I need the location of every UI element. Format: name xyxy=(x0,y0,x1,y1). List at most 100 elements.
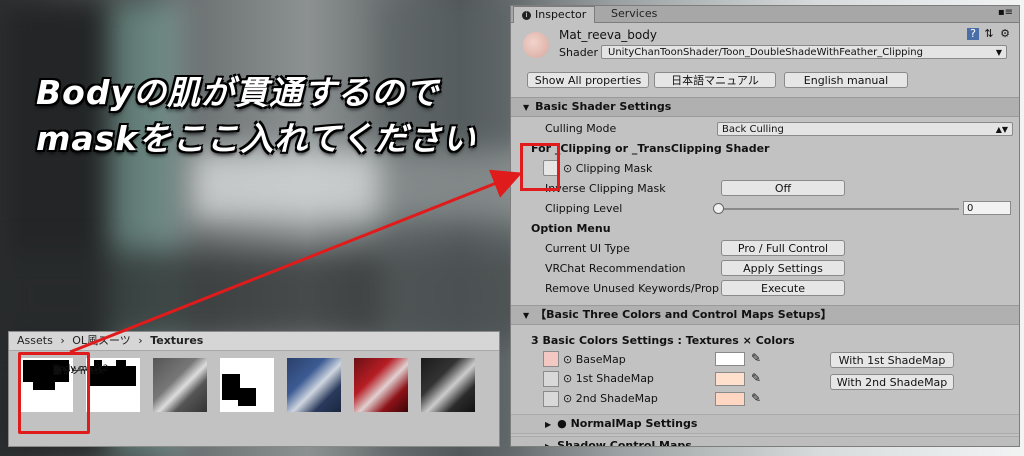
clipping-header: For _Clipping or _TransClipping Shader xyxy=(531,142,770,155)
culling-mode-dropdown[interactable]: Back Culling ▲▼ xyxy=(717,122,1013,136)
section-title: 【Basic Three Colors and Control Maps Set… xyxy=(535,308,832,321)
clipping-header-row: For _Clipping or _TransClipping Shader xyxy=(511,140,1019,158)
selection-highlight xyxy=(18,352,90,434)
shadow-control-maps-header[interactable]: ▶ Shadow Control Maps xyxy=(511,436,1019,447)
culling-mode-label: Culling Mode xyxy=(545,122,617,135)
clipping-level-input[interactable]: 0 xyxy=(963,201,1011,215)
triangle-down-icon: ▼ xyxy=(523,311,530,320)
chevron-down-icon: ▲▼ xyxy=(995,125,1008,134)
with-2nd-shademap-button[interactable]: With 2nd ShadeMap xyxy=(830,374,954,390)
chevron-down-icon: ▼ xyxy=(995,48,1002,57)
option-menu-row: Option Menu xyxy=(511,220,1019,238)
panel-menu-icon[interactable]: ▪≡ xyxy=(998,7,1013,18)
breadcrumb-separator: › xyxy=(138,334,143,347)
clipping-mask-label: ⊙ Clipping Mask xyxy=(563,162,653,175)
shader-label: Shader xyxy=(559,46,598,59)
shade1-row: ⊙ 1st ShadeMap ✎ With 2nd ShadeMap xyxy=(511,370,1019,390)
texture-asset[interactable]: グレー xyxy=(53,358,207,412)
show-all-properties-button[interactable]: Show All properties xyxy=(527,72,649,88)
breadcrumb-assets[interactable]: Assets xyxy=(17,334,53,347)
clipping-level-slider[interactable] xyxy=(719,208,959,210)
tab-inspector[interactable]: i Inspector xyxy=(513,6,596,23)
ui-type-label: Current UI Type xyxy=(545,242,630,255)
fabric-texture-icon xyxy=(287,358,341,412)
inverse-clipping-toggle[interactable]: Off xyxy=(721,180,845,196)
shade2-row: ⊙ 2nd ShadeMap ✎ xyxy=(511,390,1019,408)
remove-keywords-label: Remove Unused Keywords/Prop xyxy=(545,282,719,295)
basic-shader-settings-header[interactable]: ▼ Basic Shader Settings xyxy=(511,97,1019,117)
basemap-label: ⊙ BaseMap xyxy=(563,353,626,366)
gear-icon[interactable]: ⚙ xyxy=(999,28,1011,40)
culling-mode-row: Culling Mode Back Culling ▲▼ xyxy=(511,120,1019,138)
mask-texture-icon xyxy=(220,358,274,412)
vrchat-row: VRChat Recommendation Apply Settings xyxy=(511,260,1019,278)
shader-value: UnityChanToonShader/Toon_DoubleShadeWith… xyxy=(608,47,923,58)
fabric-texture-icon xyxy=(153,358,207,412)
clipping-mask-highlight xyxy=(520,143,560,191)
basemap-color[interactable] xyxy=(715,352,745,366)
slider-knob[interactable] xyxy=(713,203,724,214)
breadcrumb-separator: › xyxy=(60,334,65,347)
breadcrumb-textures[interactable]: Textures xyxy=(150,334,203,347)
instruction-caption: Bodyの肌が貫通するので maskをここ入れてください xyxy=(36,70,476,162)
with-1st-shademap-button[interactable]: With 1st ShadeMap xyxy=(830,352,954,368)
texture-asset[interactable]: 紺 xyxy=(53,358,341,412)
triangle-right-icon: ▶ xyxy=(545,420,552,429)
texture-asset[interactable]: 黒 xyxy=(53,358,475,412)
remove-keywords-row: Remove Unused Keywords/Prop Execute xyxy=(511,280,1019,298)
colors-subtitle-row: 3 Basic Colors Settings : Textures × Col… xyxy=(511,332,1019,350)
clipping-mask-row: ⊙ Clipping Mask xyxy=(511,160,1019,178)
vrchat-label: VRChat Recommendation xyxy=(545,262,686,275)
material-name: Mat_reeva_body xyxy=(559,28,657,42)
texture-asset[interactable]: 赤 xyxy=(53,358,408,412)
eyedropper-icon[interactable]: ✎ xyxy=(751,351,761,365)
info-icon: i xyxy=(522,10,531,20)
inverse-clipping-row: Inverse Clipping Mask Off xyxy=(511,180,1019,198)
texture-asset[interactable]: シャツmask xyxy=(53,358,274,412)
shade1-label: ⊙ 1st ShadeMap xyxy=(563,372,654,385)
clipping-level-row: Clipping Level 0 xyxy=(511,200,1019,218)
basemap-texture-slot[interactable] xyxy=(543,351,559,367)
caption-line-2: maskをここ入れてください xyxy=(36,119,477,158)
option-menu-title: Option Menu xyxy=(531,222,611,235)
section-title: Shadow Control Maps xyxy=(557,439,692,447)
basemap-row: ⊙ BaseMap ✎ With 1st ShadeMap xyxy=(511,351,1019,369)
fabric-texture-icon xyxy=(354,358,408,412)
triangle-down-icon: ▼ xyxy=(523,103,530,112)
help-icon[interactable]: ? xyxy=(967,28,979,40)
clipping-level-label: Clipping Level xyxy=(545,202,623,215)
shader-dropdown[interactable]: UnityChanToonShader/Toon_DoubleShadeWith… xyxy=(601,45,1007,59)
triangle-right-icon: ▶ xyxy=(545,442,552,447)
japanese-manual-button[interactable]: 日本語マニュアル xyxy=(654,72,776,88)
tab-bar: i Inspector Services ▪≡ xyxy=(511,6,1019,23)
settings-icon[interactable]: ⇅ xyxy=(983,28,995,40)
ui-type-button[interactable]: Pro / Full Control xyxy=(721,240,845,256)
apply-settings-button[interactable]: Apply Settings xyxy=(721,260,845,276)
breadcrumb-ol-suit[interactable]: OL風スーツ xyxy=(72,334,131,347)
basic-colors-header[interactable]: ▼ 【Basic Three Colors and Control Maps Se… xyxy=(511,305,1019,325)
caption-line-1: Bodyの肌が貫通するので xyxy=(36,73,439,112)
shade2-color[interactable] xyxy=(715,392,745,406)
inverse-clipping-label: Inverse Clipping Mask xyxy=(545,182,666,195)
shade1-color[interactable] xyxy=(715,372,745,386)
section-title: Basic Shader Settings xyxy=(535,100,672,113)
english-manual-button[interactable]: English manual xyxy=(784,72,908,88)
eyedropper-icon[interactable]: ✎ xyxy=(751,371,761,385)
material-header: Mat_reeva_body ? ⇅ ⚙ Shader UnityChanToo… xyxy=(511,24,1019,69)
tab-services[interactable]: Services xyxy=(603,6,665,22)
normalmap-settings-header[interactable]: ▶ ● NormalMap Settings xyxy=(511,414,1019,434)
tab-label: Services xyxy=(611,7,658,20)
shade2-texture-slot[interactable] xyxy=(543,391,559,407)
breadcrumb: Assets › OL風スーツ › Textures xyxy=(9,332,499,351)
ui-type-row: Current UI Type Pro / Full Control xyxy=(511,240,1019,258)
inspector-panel: i Inspector Services ▪≡ Mat_reeva_body ? … xyxy=(510,5,1020,447)
culling-mode-value: Back Culling xyxy=(722,124,784,135)
execute-button[interactable]: Execute xyxy=(721,280,845,296)
shade2-label: ⊙ 2nd ShadeMap xyxy=(563,392,658,405)
section-title: ● NormalMap Settings xyxy=(557,417,698,430)
eyedropper-icon[interactable]: ✎ xyxy=(751,391,761,405)
fabric-texture-icon xyxy=(421,358,475,412)
tab-label: Inspector xyxy=(535,8,587,21)
shade1-texture-slot[interactable] xyxy=(543,371,559,387)
material-preview-icon xyxy=(523,32,549,58)
